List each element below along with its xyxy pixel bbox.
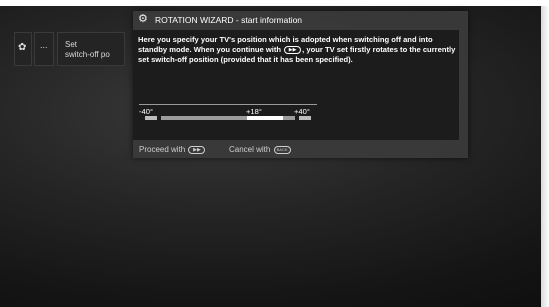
scale-line [139,104,317,105]
proceed-label: Proceed with [139,145,186,154]
track-current-marker [247,116,284,120]
menu-tile-more[interactable]: ... [34,32,54,66]
cancel-hint: Cancel with BACK [229,145,292,154]
menu-tile-label-line1: Set [65,40,78,49]
proceed-hint: Proceed with ▶▶ [139,145,206,154]
dialog-footer: Proceed with ▶▶ Cancel with BACK [139,145,459,155]
cancel-label: Cancel with [229,145,271,154]
gear-icon: ✿ [18,42,27,53]
screen-bezel [541,6,549,307]
dialog-body: Here you specify your TV's position whic… [133,30,459,140]
rotation-track [145,116,311,120]
rotation-wizard-dialog: ⚙ ROTATION WIZARD - start information He… [133,11,468,158]
menu-tile-set-switch-off-position[interactable]: Set switch-off po [57,32,125,66]
menu-tile-label-line2: switch-off po [65,50,110,59]
gears-icon: ⚙ [138,13,148,25]
track-end-left [145,116,157,120]
dialog-title-bar: ⚙ ROTATION WIZARD - start information [133,11,468,30]
fast-forward-button-icon: ▶▶ [188,145,206,154]
back-button-icon: BACK [273,145,291,154]
scale-max-label: +40° [294,107,310,116]
track-end-right [299,116,311,120]
info-text: Here you specify your TV's position whic… [138,35,456,65]
more-label: ... [40,40,48,50]
menu-tile-settings[interactable]: ✿ [14,32,32,66]
dialog-title: ROTATION WIZARD - start information [155,15,303,25]
rotation-scale: -40° +18° +40° [139,96,319,122]
scale-current-label: +18° [246,107,262,116]
scale-min-label: -40° [139,107,154,116]
fast-forward-button-icon: ▶▶ [284,46,302,54]
